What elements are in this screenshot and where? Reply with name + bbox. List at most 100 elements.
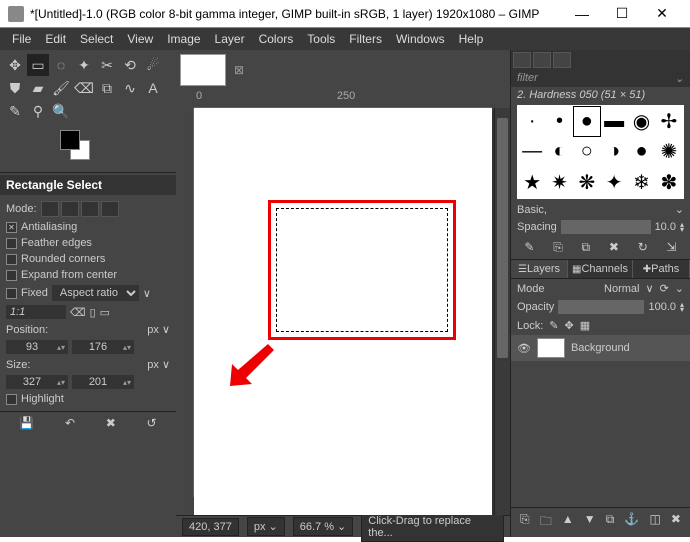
refresh-brush-icon[interactable]: ↻ <box>638 240 648 255</box>
menu-file[interactable]: File <box>6 30 37 48</box>
mode-add-icon[interactable] <box>61 201 79 217</box>
antialiasing-checkbox[interactable]: ✕ <box>6 222 17 233</box>
path-tool-icon[interactable]: ✎ <box>4 100 26 122</box>
chevron-down-icon[interactable]: ∨ <box>646 282 654 295</box>
fixed-dropdown[interactable]: Aspect ratio <box>52 285 139 301</box>
brush-item[interactable]: ❄ <box>628 168 654 197</box>
lock-position-icon[interactable]: ✥ <box>565 319 574 332</box>
crop-tool-icon[interactable]: ✂ <box>96 54 118 76</box>
rounded-checkbox[interactable] <box>6 254 17 265</box>
lower-layer-icon[interactable]: ▼ <box>584 512 596 533</box>
minimize-button[interactable]: — <box>562 2 602 26</box>
opacity-slider[interactable] <box>558 300 644 314</box>
menu-windows[interactable]: Windows <box>390 30 451 48</box>
vertical-scrollbar[interactable] <box>494 108 510 515</box>
channels-tab[interactable]: ▦Channels <box>568 260 633 278</box>
expand-checkbox[interactable] <box>6 270 17 281</box>
landscape-icon[interactable]: ▭ <box>100 306 110 319</box>
filter-chevron-icon[interactable]: ⌄ <box>675 72 684 85</box>
brush-item[interactable]: ✢ <box>656 107 682 136</box>
mask-layer-icon[interactable]: ◫ <box>649 512 660 533</box>
visibility-toggle-icon[interactable]: 👁 <box>517 342 531 355</box>
brush-item[interactable]: ● <box>628 137 654 166</box>
layers-tab[interactable]: ☰Layers <box>511 260 568 278</box>
clear-icon[interactable]: ⌫ <box>70 306 86 319</box>
text-tool-icon[interactable]: A <box>142 77 164 99</box>
layer-group-icon[interactable]: 🗀 <box>540 512 552 533</box>
save-options-icon[interactable]: 💾 <box>19 416 34 430</box>
smudge-tool-icon[interactable]: ∿ <box>119 77 141 99</box>
highlight-checkbox[interactable] <box>6 394 17 405</box>
transform-tool-icon[interactable]: ⟲ <box>119 54 141 76</box>
mode-replace-icon[interactable] <box>41 201 59 217</box>
brush-item[interactable]: ◉ <box>628 107 654 136</box>
document-tab[interactable] <box>180 54 226 86</box>
brush-item[interactable]: ✺ <box>656 137 682 166</box>
clone-tool-icon[interactable]: ⧉ <box>96 77 118 99</box>
brush-item[interactable]: • <box>546 107 572 136</box>
brush-item[interactable]: ✦ <box>601 168 627 197</box>
duplicate-layer-icon[interactable]: ⧉ <box>606 512 615 533</box>
brush-item[interactable]: ◐ <box>546 137 572 166</box>
brush-item[interactable]: ✽ <box>656 168 682 197</box>
size-h-input[interactable] <box>73 376 123 388</box>
menu-filters[interactable]: Filters <box>343 30 388 48</box>
edit-brush-icon[interactable]: ✎ <box>524 240 534 255</box>
chevron-down-icon[interactable]: ⌄ <box>675 203 684 216</box>
fuzzy-select-tool-icon[interactable]: ✦ <box>73 54 95 76</box>
selection-marquee[interactable] <box>276 208 448 332</box>
status-zoom[interactable]: 66.7 % ⌄ <box>293 517 354 536</box>
brush-item[interactable]: ✷ <box>546 168 572 197</box>
menu-colors[interactable]: Colors <box>253 30 300 48</box>
brush-item[interactable]: — <box>519 137 545 166</box>
warp-tool-icon[interactable]: ☄ <box>142 54 164 76</box>
gradient-tool-icon[interactable]: ▰ <box>27 77 49 99</box>
open-brush-icon[interactable]: ⇲ <box>667 240 677 255</box>
bucket-fill-tool-icon[interactable]: ⛊ <box>4 77 26 99</box>
lock-alpha-icon[interactable]: ▦ <box>580 319 590 332</box>
brush-item[interactable]: ▬ <box>601 107 627 136</box>
ratio-input[interactable] <box>6 305 66 319</box>
menu-edit[interactable]: Edit <box>39 30 72 48</box>
delete-options-icon[interactable]: ✖ <box>106 416 116 430</box>
menu-view[interactable]: View <box>121 30 159 48</box>
image-page[interactable] <box>194 108 492 515</box>
size-unit[interactable]: px <box>147 359 159 371</box>
patterns-tab-icon[interactable] <box>533 52 551 68</box>
pos-x-input[interactable] <box>7 341 57 353</box>
move-tool-icon[interactable]: ✥ <box>4 54 26 76</box>
scrollbar-handle[interactable] <box>497 118 508 358</box>
paths-tab[interactable]: ✚Paths <box>633 260 690 278</box>
fg-color-swatch[interactable] <box>60 130 80 150</box>
brush-filter-input[interactable]: filter <box>517 72 538 85</box>
close-button[interactable]: ✕ <box>642 2 682 26</box>
brush-item[interactable]: ◑ <box>601 137 627 166</box>
delete-layer-icon[interactable]: ✖ <box>671 512 681 533</box>
size-w-input[interactable] <box>7 376 57 388</box>
canvas[interactable] <box>194 108 492 515</box>
mode-intersect-icon[interactable] <box>101 201 119 217</box>
new-brush-icon[interactable]: ⎘ <box>553 240 563 255</box>
close-tab-icon[interactable]: ⊠ <box>234 63 244 77</box>
blend-mode-dropdown[interactable]: Normal <box>604 283 639 295</box>
maximize-button[interactable]: ☐ <box>602 2 642 26</box>
brush-item[interactable]: ● <box>574 107 600 136</box>
brush-item[interactable]: ○ <box>574 137 600 166</box>
brush-item[interactable]: ★ <box>519 168 545 197</box>
layer-thumbnail[interactable] <box>537 338 565 358</box>
lock-pixels-icon[interactable]: ✎ <box>549 319 558 332</box>
brushes-tab-icon[interactable] <box>513 52 531 68</box>
layer-name[interactable]: Background <box>571 342 630 354</box>
menu-layer[interactable]: Layer <box>209 30 251 48</box>
raise-layer-icon[interactable]: ▲ <box>562 512 574 533</box>
brush-preset[interactable]: Basic, <box>517 204 547 216</box>
menu-help[interactable]: Help <box>453 30 490 48</box>
spacing-slider[interactable] <box>561 220 651 234</box>
menu-select[interactable]: Select <box>74 30 119 48</box>
reset-options-icon[interactable]: ↺ <box>147 416 157 430</box>
brush-item[interactable]: ❋ <box>574 168 600 197</box>
paintbrush-tool-icon[interactable]: 🖌 <box>50 77 72 99</box>
fixed-checkbox[interactable] <box>6 288 17 299</box>
portrait-icon[interactable]: ▯ <box>90 306 96 319</box>
mode-subtract-icon[interactable] <box>81 201 99 217</box>
